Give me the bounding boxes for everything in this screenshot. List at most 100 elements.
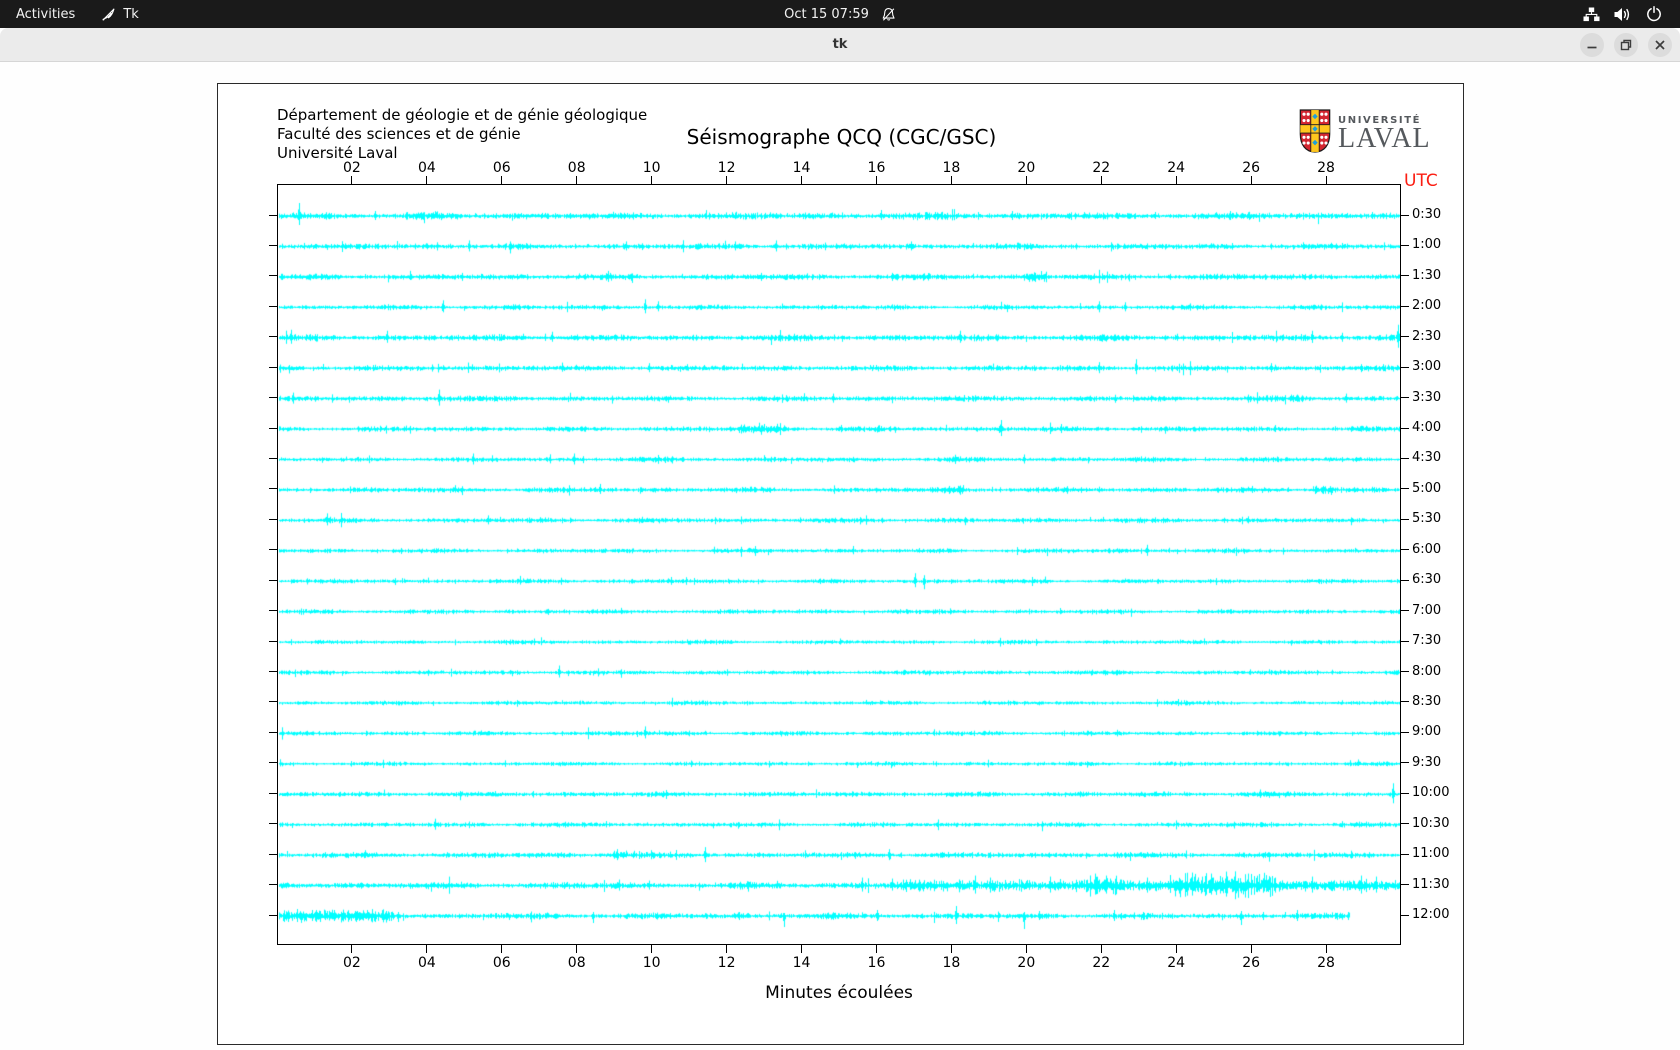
x-tick-label-top: 08 [562,160,592,176]
x-tick-bottom [351,945,352,953]
x-tick-bottom [801,945,802,953]
row-tick-left [269,732,277,733]
row-tick-right [1401,641,1409,642]
row-tick-left [269,367,277,368]
row-tick-right [1401,701,1409,702]
row-tick-right [1401,336,1409,337]
row-tick-right [1401,823,1409,824]
row-tick-left [269,306,277,307]
row-tick-right [1401,549,1409,550]
laval-shield-icon [1299,109,1331,153]
row-tick-right [1401,367,1409,368]
x-tick-label-top: 04 [412,160,442,176]
row-tick-left [269,488,277,489]
x-tick-top [1101,176,1102,184]
utc-time-label: 2:00 [1412,299,1441,313]
minimize-icon [1580,33,1604,57]
utc-time-label: 4:30 [1412,451,1441,465]
row-tick-left [269,915,277,916]
x-tick-top [1176,176,1177,184]
tk-window-body: Département de géologie et de génie géol… [0,62,1680,1050]
x-tick-label-top: 14 [787,160,817,176]
utc-time-label: 7:00 [1412,604,1441,618]
x-axis-title: Minutes écoulées [277,983,1401,1003]
x-tick-top [426,176,427,184]
x-tick-label-bottom: 06 [487,955,517,971]
x-tick-label-top: 28 [1311,160,1341,176]
row-tick-right [1401,884,1409,885]
row-tick-right [1401,610,1409,611]
x-tick-label-bottom: 08 [562,955,592,971]
utc-time-label: 1:30 [1412,269,1441,283]
minimize-button[interactable] [1580,33,1604,57]
row-tick-left [269,336,277,337]
x-tick-label-top: 10 [637,160,667,176]
x-tick-label-top: 24 [1161,160,1191,176]
utc-time-label: 7:30 [1412,634,1441,648]
x-tick-label-bottom: 12 [712,955,742,971]
chart-title: Séismographe QCQ (CGC/GSC) [218,125,1465,149]
maximize-button[interactable] [1614,33,1638,57]
x-tick-label-bottom: 20 [1011,955,1041,971]
bell-slash-icon [881,7,896,22]
x-tick-label-top: 06 [487,160,517,176]
activities-button[interactable]: Activities [16,7,75,22]
row-tick-right [1401,245,1409,246]
row-tick-right [1401,397,1409,398]
row-tick-left [269,245,277,246]
row-tick-left [269,671,277,672]
x-tick-bottom [1101,945,1102,953]
utc-time-label: 3:00 [1412,360,1441,374]
utc-time-label: 2:30 [1412,330,1441,344]
row-tick-right [1401,458,1409,459]
x-tick-label-bottom: 14 [787,955,817,971]
clock-button[interactable]: Oct 15 07:59 [784,0,896,28]
network-wired-icon [1583,7,1600,22]
utc-time-label: 6:30 [1412,573,1441,587]
row-tick-left [269,428,277,429]
app-menu-tk[interactable]: Tk [101,7,138,22]
utc-time-label: 11:30 [1412,878,1449,892]
utc-time-label: 1:00 [1412,238,1441,252]
utc-time-label: 9:00 [1412,725,1441,739]
row-tick-left [269,519,277,520]
x-tick-bottom [1251,945,1252,953]
row-tick-left [269,215,277,216]
utc-time-label: 12:00 [1412,908,1449,922]
universite-laval-logo: UNIVERSITÉ LAVAL [1299,109,1431,153]
row-tick-left [269,762,277,763]
x-tick-bottom [1176,945,1177,953]
utc-time-label: 3:30 [1412,391,1441,405]
row-tick-right [1401,275,1409,276]
x-tick-bottom [951,945,952,953]
x-tick-label-top: 02 [337,160,367,176]
row-tick-right [1401,854,1409,855]
x-tick-bottom [876,945,877,953]
app-menu-label: Tk [123,7,138,22]
row-tick-right [1401,762,1409,763]
row-tick-left [269,641,277,642]
maximize-icon [1614,33,1638,57]
utc-time-label: 4:00 [1412,421,1441,435]
row-tick-right [1401,215,1409,216]
x-tick-top [726,176,727,184]
x-tick-label-bottom: 22 [1086,955,1116,971]
row-tick-left [269,397,277,398]
x-tick-top [876,176,877,184]
x-tick-bottom [1026,945,1027,953]
x-tick-top [951,176,952,184]
x-tick-bottom [651,945,652,953]
x-tick-label-top: 22 [1086,160,1116,176]
utc-time-label: 6:00 [1412,543,1441,557]
row-tick-right [1401,732,1409,733]
row-tick-left [269,823,277,824]
tk-app-icon [101,7,116,22]
utc-time-label: 0:30 [1412,208,1441,222]
logo-text-laval: LAVAL [1338,126,1431,152]
gnome-top-bar: Activities Tk Oct 15 07:59 [0,0,1680,28]
power-icon [1646,6,1662,22]
close-button[interactable] [1648,33,1672,57]
window-titlebar[interactable]: tk [0,28,1680,62]
x-tick-label-bottom: 04 [412,955,442,971]
system-status-area[interactable] [1583,6,1680,22]
